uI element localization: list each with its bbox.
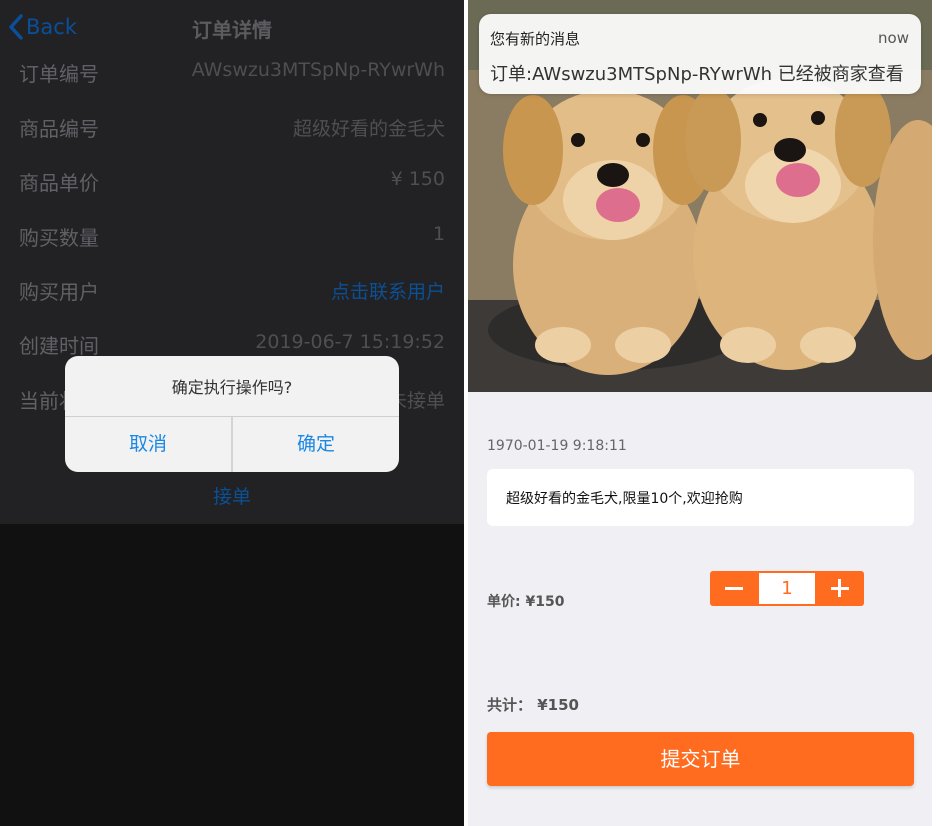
quantity-stepper [710,571,864,606]
created-time-value: 2019-06-7 15:19:52 [255,331,445,353]
buyer-label: 购买用户 [19,280,99,304]
order-number-row: 订单编号 AWswzu3MTSpNp-RYwrWh [0,44,464,98]
notification-banner[interactable]: 您有新的消息 now 订单:AWswzu3MTSpNp-RYwrWh 已经被商家… [479,14,921,94]
page-title: 订单详情 [192,18,272,42]
back-button[interactable]: Back [8,12,77,42]
product-number-row: 商品编号 超级好看的金毛犬 [0,99,464,153]
quantity-label: 购买数量 [19,226,99,250]
back-label: Back [26,15,77,39]
confirm-button[interactable]: 确定 [233,417,399,472]
decrement-button[interactable] [710,571,758,606]
order-number-value: AWswzu3MTSpNp-RYwrWh [191,59,445,81]
accept-order-button[interactable]: 接单 [0,482,464,509]
product-number-value: 超级好看的金毛犬 [292,118,445,140]
order-number-label: 订单编号 [19,62,99,86]
unit-price-label: 商品单价 [19,171,99,195]
confirm-dialog: 确定执行操作吗? 取消 确定 [65,356,399,472]
product-screen: 您有新的消息 now 订单:AWswzu3MTSpNp-RYwrWh 已经被商家… [468,0,932,826]
increment-button[interactable] [816,571,864,606]
unit-price-text: 单价: ¥150 [487,594,565,610]
post-date: 1970-01-19 9:18:11 [487,438,627,454]
unit-price-row: 商品单价 ¥ 150 [0,153,464,207]
contact-user-link[interactable]: 点击联系用户 [331,277,445,304]
order-detail-screen: Back 订单详情 订单编号 AWswzu3MTSpNp-RYwrWh 商品编号… [0,0,464,826]
product-number-label: 商品编号 [19,117,99,141]
product-description: 超级好看的金毛犬,限量10个,欢迎抢购 [506,491,743,507]
notification-body: 订单:AWswzu3MTSpNp-RYwrWh 已经被商家查看 [490,64,904,85]
notification-title: 您有新的消息 [490,30,581,48]
cancel-button[interactable]: 取消 [65,417,231,472]
chevron-left-icon [9,14,23,40]
description-card: 超级好看的金毛犬,限量10个,欢迎抢购 [487,469,914,526]
notification-time: now [878,29,909,47]
buyer-row: 购买用户 点击联系用户 [0,262,464,316]
quantity-input[interactable] [759,573,815,604]
quantity-value: 1 [432,223,445,245]
submit-order-button[interactable]: 提交订单 [487,732,914,786]
nav-bar: Back 订单详情 [0,0,464,54]
created-time-label: 创建时间 [19,334,99,358]
quantity-row: 购买数量 1 [0,208,464,262]
dialog-message: 确定执行操作吗? [171,378,293,397]
total-price-text: 共计： ¥150 [487,696,579,714]
unit-price-value: ¥ 150 [390,168,445,190]
